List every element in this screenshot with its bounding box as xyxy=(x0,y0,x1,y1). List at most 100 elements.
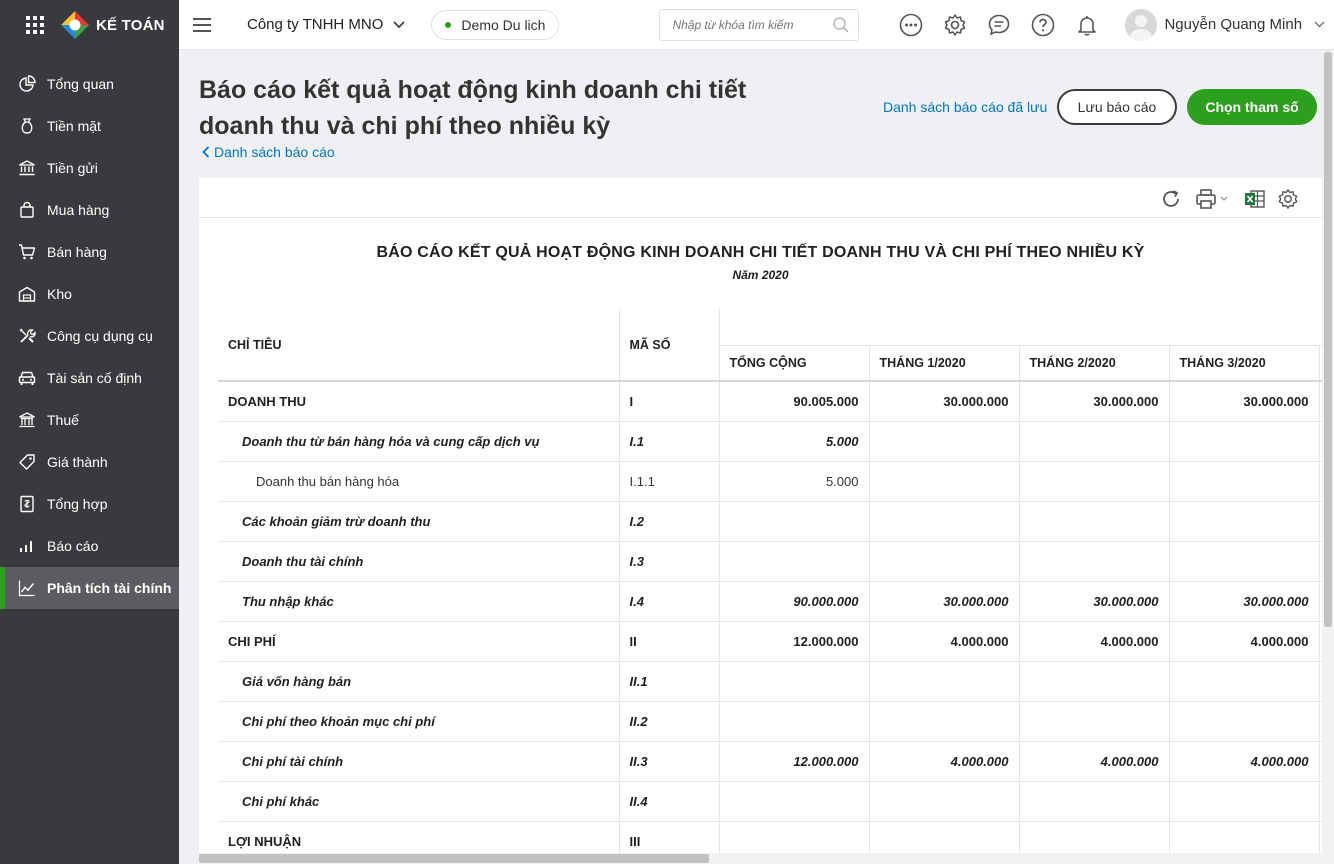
company-selector[interactable]: Công ty TNHH MNO xyxy=(247,16,406,33)
search-icon[interactable] xyxy=(832,16,850,34)
sidebar-item[interactable]: Tài sản cố định xyxy=(0,357,179,399)
sidebar-item[interactable]: Báo cáo xyxy=(0,525,179,567)
vertical-scrollbar[interactable] xyxy=(1322,50,1334,864)
sidebar-item[interactable]: Thuế xyxy=(0,399,179,441)
settings-gear-icon[interactable] xyxy=(933,10,977,40)
report-settings-gear-icon[interactable] xyxy=(1276,187,1300,211)
row-month-1-cell: 30.000.000 xyxy=(869,381,1020,422)
table-row[interactable]: Chi phí theo khoản mục chi phí II.2 xyxy=(218,701,1322,742)
sidebar-item-label: Tiền mặt xyxy=(47,118,101,134)
column-header-month-3: THÁNG 3/2020 xyxy=(1169,345,1320,382)
chat-icon[interactable] xyxy=(977,10,1021,40)
save-report-button[interactable]: Lưu báo cáo xyxy=(1057,89,1177,125)
sidebar-item[interactable]: Kho xyxy=(0,273,179,315)
column-header-code: MÃ SỐ xyxy=(619,309,720,382)
column-header-group xyxy=(719,309,1322,346)
shopping-bag-icon xyxy=(18,201,36,219)
column-header-month-2: THÁNG 2/2020 xyxy=(1019,345,1170,382)
sidebar-item[interactable]: Tổng hợp xyxy=(0,483,179,525)
sidebar-item-label: Giá thành xyxy=(47,454,108,470)
table-row[interactable]: Thu nhập khác I.4 90.000.000 30.000.000 30.0… xyxy=(218,581,1322,622)
sidebar-item[interactable]: Phân tích tài chính xyxy=(0,567,179,609)
table-row[interactable]: Giá vốn hàng bán II.1 xyxy=(218,661,1322,702)
table-row[interactable]: Chi phí khác II.4 xyxy=(218,781,1322,822)
notification-bell-icon[interactable] xyxy=(1065,10,1109,40)
saved-reports-link[interactable]: Danh sách báo cáo đã lưu xyxy=(883,99,1047,115)
row-code-cell: I.1.1 xyxy=(619,461,720,502)
page-title-line-2: doanh thu và chi phí theo nhiều kỳ xyxy=(199,112,611,140)
back-to-report-list-link[interactable]: Danh sách báo cáo xyxy=(202,144,335,160)
row-month-1-cell: 4.000.000 xyxy=(869,741,1020,782)
row-indicator-cell: CHI PHÍ xyxy=(218,621,620,662)
chevron-left-icon xyxy=(202,146,210,158)
report-toolbar xyxy=(199,178,1322,218)
row-month-1-cell xyxy=(869,501,1020,542)
sidebar-item[interactable]: Tiền gửi xyxy=(0,147,179,189)
page-title: Báo cáo kết quả hoạt động kinh doanh chi… xyxy=(199,72,799,144)
horizontal-scrollbar[interactable] xyxy=(199,853,1322,864)
search-input[interactable] xyxy=(672,17,833,32)
menu-toggle-icon[interactable] xyxy=(193,17,211,32)
row-month-3-cell xyxy=(1169,661,1320,702)
top-bar: Công ty TNHH MNO Demo Du lich Nguyễn Qua… xyxy=(179,0,1334,50)
horizontal-scrollbar-thumb[interactable] xyxy=(199,854,709,863)
row-month-3-cell: 4.000.000 xyxy=(1169,621,1320,662)
table-row[interactable]: DOANH THU I 90.005.000 30.000.000 30.000.000… xyxy=(218,381,1322,422)
row-total-cell xyxy=(719,781,870,822)
cart-icon xyxy=(18,243,36,261)
table-row[interactable]: Chi phí tài chính II.3 12.000.000 4.000.000… xyxy=(218,741,1322,782)
table-row[interactable]: Các khoản giảm trừ doanh thu I.2 xyxy=(218,501,1322,542)
print-icon[interactable] xyxy=(1195,187,1231,211)
government-icon xyxy=(18,411,36,429)
row-month-3-cell: 30.000.000 xyxy=(1169,581,1320,622)
sidebar-item[interactable]: Giá thành xyxy=(0,441,179,483)
row-indicator-cell: Chi phí theo khoản mục chi phí xyxy=(218,701,620,742)
table-row[interactable]: Doanh thu bán hàng hóa I.1.1 5.000 xyxy=(218,461,1322,502)
sidebar-item[interactable]: Mua hàng xyxy=(0,189,179,231)
table-row[interactable]: Doanh thu từ bán hàng hóa và cung cấp dị… xyxy=(218,421,1322,462)
row-indicator-cell: Doanh thu từ bán hàng hóa và cung cấp dị… xyxy=(218,421,620,462)
sidebar-item[interactable]: Công cụ dụng cụ xyxy=(0,315,179,357)
user-name: Nguyễn Quang Minh xyxy=(1164,16,1303,33)
row-month-3-cell xyxy=(1169,461,1320,502)
table-row[interactable]: CHI PHÍ II 12.000.000 4.000.000 4.000.000 4.0… xyxy=(218,621,1322,662)
page-title-line-1: Báo cáo kết quả hoạt động kinh doanh chi… xyxy=(199,76,747,104)
sidebar: KẾ TOÁN Tổng quan Tiền mặt Tiền gửi Mua hàn… xyxy=(0,0,179,864)
row-month-3-cell xyxy=(1169,421,1320,462)
sidebar-item[interactable]: Tổng quan xyxy=(0,63,179,105)
app-grid-icon[interactable] xyxy=(26,15,46,35)
chart-pie-icon xyxy=(18,75,36,93)
sidebar-item[interactable]: Bán hàng xyxy=(0,231,179,273)
row-indicator-cell: Giá vốn hàng bán xyxy=(218,661,620,702)
row-month-2-cell xyxy=(1019,501,1170,542)
more-icon[interactable] xyxy=(889,10,933,40)
row-month-1-cell xyxy=(869,661,1020,702)
refresh-icon[interactable] xyxy=(1159,187,1183,211)
sidebar-item-label: Kho xyxy=(47,286,72,302)
report-panel: BÁO CÁO KẾT QUẢ HOẠT ĐỘNG KINH DOANH CHI… xyxy=(199,178,1322,864)
row-month-2-cell xyxy=(1019,701,1170,742)
excel-export-icon[interactable] xyxy=(1243,187,1267,211)
vertical-scrollbar-thumb[interactable] xyxy=(1324,52,1332,627)
database-selector[interactable]: Demo Du lich xyxy=(431,9,560,40)
column-header-month-1: THÁNG 1/2020 xyxy=(869,345,1020,382)
choose-parameters-button[interactable]: Chọn tham số xyxy=(1187,89,1317,125)
user-menu[interactable]: Nguyễn Quang Minh xyxy=(1125,8,1325,41)
table-row[interactable]: Doanh thu tài chính I.3 xyxy=(218,541,1322,582)
report-period: Năm 2020 xyxy=(732,268,789,282)
sidebar-item-label: Tài sản cố định xyxy=(47,370,142,386)
row-month-2-cell: 30.000.000 xyxy=(1019,381,1170,422)
company-name: Công ty TNHH MNO xyxy=(247,16,384,33)
row-month-1-cell: 30.000.000 xyxy=(869,581,1020,622)
report-header: BÁO CÁO KẾT QUẢ HOẠT ĐỘNG KINH DOANH CHI… xyxy=(199,244,1322,282)
sidebar-item-label: Tiền gửi xyxy=(47,160,98,176)
sidebar-item[interactable]: Tiền mặt xyxy=(0,105,179,147)
row-code-cell: I.2 xyxy=(619,501,720,542)
row-indicator-cell: Chi phí khác xyxy=(218,781,620,822)
sidebar-brand: KẾ TOÁN xyxy=(0,0,179,50)
row-code-cell: I.4 xyxy=(619,581,720,622)
help-icon[interactable] xyxy=(1021,10,1065,40)
row-indicator-cell: Doanh thu bán hàng hóa xyxy=(218,461,620,502)
row-month-3-cell xyxy=(1169,501,1320,542)
row-total-cell: 5.000 xyxy=(719,421,870,462)
